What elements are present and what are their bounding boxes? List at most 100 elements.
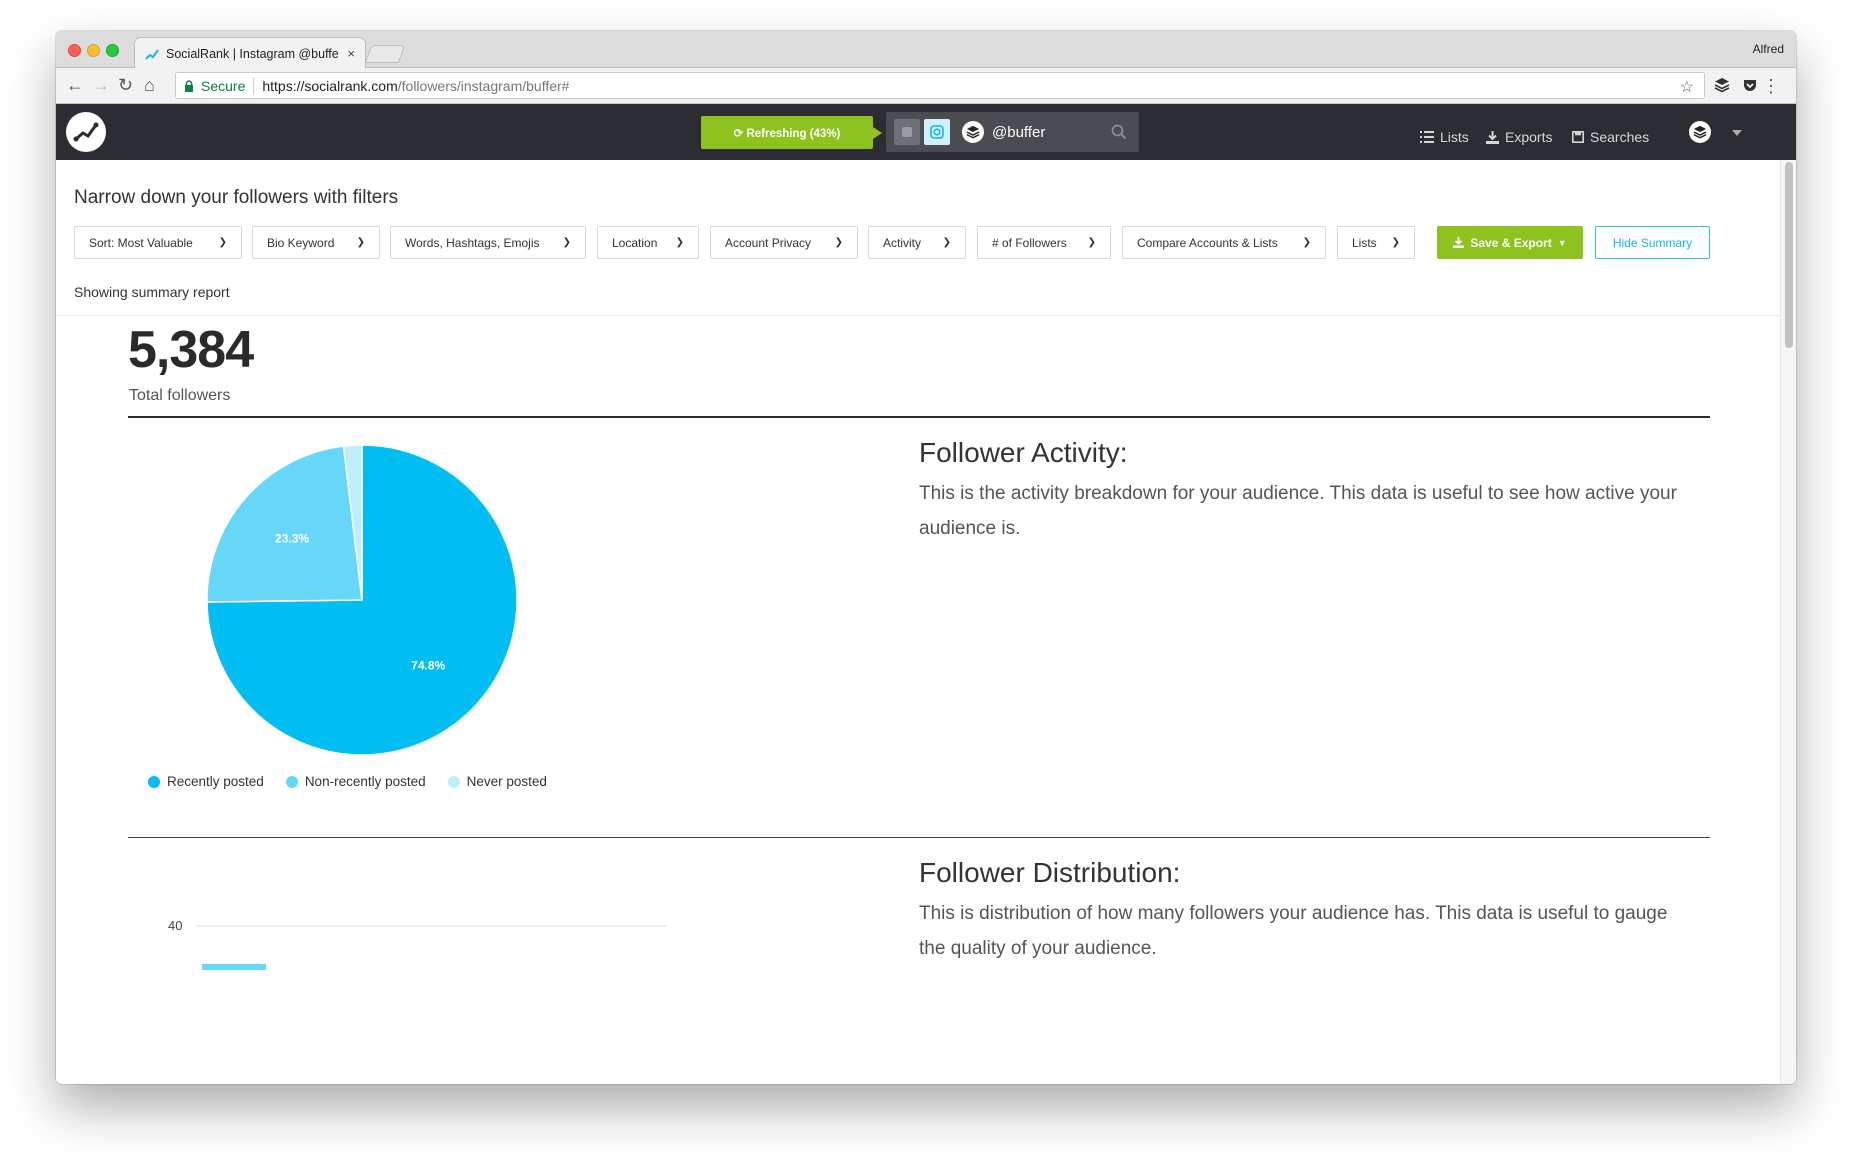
filter-activity[interactable]: Activity ❯ [868, 226, 966, 259]
legend-dot [447, 775, 460, 788]
browser-toolbar: ← → ↻ ⌂ Secure https://socialrank.com/fo… [56, 68, 1796, 104]
legend-item-never-posted[interactable]: Never posted [447, 774, 547, 789]
chevron-down-icon: ❯ [834, 237, 843, 248]
address-bar[interactable]: Secure https://socialrank.com/followers/… [175, 72, 1705, 99]
browser-window: SocialRank | Instagram @buffe × Alfred ←… [56, 31, 1796, 1084]
account-handle: @buffer [992, 123, 1046, 141]
list-icon [1420, 131, 1434, 143]
url-host: https://socialrank.com [262, 77, 398, 94]
back-arrow-icon[interactable]: ← [66, 76, 84, 94]
filter-bio-keyword[interactable]: Bio Keyword ❯ [252, 226, 380, 259]
section-divider [56, 315, 1780, 316]
reload-icon[interactable]: ↻ [118, 76, 133, 94]
filter-number-of-followers[interactable]: # of Followers ❯ [977, 226, 1111, 259]
pocket-extension-icon[interactable] [1742, 77, 1760, 95]
filter-sort[interactable]: Sort: Most Valuable ❯ [74, 226, 242, 259]
chevron-down-icon: ❯ [356, 237, 365, 248]
chevron-down-icon: ▼ [1557, 237, 1567, 248]
pie-chart-svg: 74.8% 23.3% [206, 444, 518, 756]
summary-divider [128, 416, 1710, 418]
legend-item-recently-posted[interactable]: Recently posted [148, 774, 264, 789]
legend-item-non-recently-posted[interactable]: Non-recently posted [285, 774, 426, 789]
search-icon[interactable] [1111, 124, 1127, 140]
follower-distribution-description: This is distribution of how many followe… [919, 903, 1668, 959]
hide-summary-button[interactable]: Hide Summary [1595, 226, 1710, 259]
filter-label: Activity [883, 235, 922, 250]
chevron-down-icon: ❯ [562, 237, 571, 248]
distribution-bar [202, 964, 266, 970]
section-divider [128, 837, 1710, 838]
secure-label: Secure [201, 77, 246, 94]
filter-lists[interactable]: Lists ❯ [1337, 226, 1415, 259]
zoom-window-button[interactable] [106, 44, 119, 57]
total-followers-label: Total followers [129, 387, 231, 404]
url-path: /followers/instagram/buffer# [397, 77, 570, 94]
tab-strip: SocialRank | Instagram @buffe × Alfred [56, 31, 1796, 69]
chevron-down-icon: ❯ [218, 237, 227, 248]
home-icon[interactable]: ⌂ [144, 76, 155, 94]
follower-activity-description: This is the activity breakdown for your … [919, 483, 1677, 539]
socialrank-favicon-icon [145, 47, 159, 61]
filter-compare-accounts[interactable]: Compare Accounts & Lists ❯ [1122, 226, 1326, 259]
pie-data-label: 23.3% [275, 532, 309, 546]
chevron-down-icon: ❯ [675, 237, 684, 248]
pie-slice-non-recently-posted[interactable] [206, 445, 363, 603]
chevron-down-icon[interactable] [1732, 130, 1742, 136]
lock-icon [184, 79, 194, 92]
user-avatar[interactable] [1689, 121, 1711, 143]
close-window-button[interactable] [68, 44, 81, 57]
instagram-icon[interactable] [924, 119, 950, 145]
socialrank-logo[interactable] [66, 112, 106, 152]
twitter-icon[interactable] [894, 119, 920, 145]
main-content: Narrow down your followers with filters … [56, 160, 1780, 1084]
filter-label: Compare Accounts & Lists [1137, 235, 1278, 250]
filter-label: Account Privacy [725, 235, 812, 250]
filter-label: Lists [1352, 235, 1377, 250]
legend-label: Never posted [466, 774, 547, 789]
nav-searches-link[interactable]: Searches [1572, 129, 1649, 145]
total-followers-value: 5,384 [128, 321, 254, 379]
new-tab-button[interactable] [364, 45, 406, 63]
pie-data-label: 74.8% [411, 658, 445, 672]
filter-label: Sort: Most Valuable [89, 235, 193, 250]
nav-lists-link[interactable]: Lists [1420, 129, 1469, 145]
chevron-down-icon: ❯ [942, 237, 951, 248]
y-axis-tick-label: 40 [168, 918, 182, 933]
download-icon [1453, 237, 1465, 248]
bookmark-star-icon[interactable]: ☆ [1680, 77, 1694, 97]
follower-distribution-chart: 40 [166, 900, 686, 970]
legend-dot [285, 775, 298, 788]
forward-arrow-icon[interactable]: → [92, 76, 110, 94]
filter-account-privacy[interactable]: Account Privacy ❯ [710, 226, 858, 259]
nav-exports-link[interactable]: Exports [1486, 129, 1552, 145]
browser-tab[interactable]: SocialRank | Instagram @buffe × [134, 37, 366, 69]
page-scrollbar[interactable] [1780, 160, 1796, 1084]
refreshing-status-button[interactable]: ⟳ Refreshing (43%) [701, 116, 882, 149]
minimize-window-button[interactable] [87, 44, 100, 57]
save-export-button[interactable]: Save & Export ▼ [1437, 226, 1583, 259]
app-header: ⟳ Refreshing (43%) @buffer Lists Exports… [56, 104, 1796, 160]
summary-note: Showing summary report [74, 284, 230, 300]
browser-profile-name[interactable]: Alfred [1753, 42, 1784, 56]
chevron-down-icon: ❯ [1391, 237, 1400, 248]
chevron-down-icon: ❯ [1087, 237, 1096, 248]
download-icon [1486, 130, 1499, 144]
save-export-label: Save & Export [1470, 235, 1552, 250]
nav-searches-label: Searches [1590, 129, 1650, 145]
tab-close-icon[interactable]: × [347, 46, 355, 61]
browser-menu-icon[interactable]: ⋮ [1762, 76, 1780, 97]
filter-label: Words, Hashtags, Emojis [405, 235, 540, 250]
omnibox-separator [253, 77, 255, 94]
legend-label: Non-recently posted [304, 774, 426, 789]
buffer-extension-icon[interactable] [1714, 77, 1732, 95]
scrollbar-thumb[interactable] [1785, 162, 1793, 348]
legend-label: Recently posted [167, 774, 264, 789]
filter-location[interactable]: Location ❯ [597, 226, 699, 259]
nav-lists-label: Lists [1440, 129, 1469, 145]
filter-label: Bio Keyword [267, 235, 335, 250]
chevron-down-icon: ❯ [1302, 237, 1311, 248]
account-selector[interactable]: @buffer [886, 112, 1139, 152]
follower-activity-chart: 74.8% 23.3% [202, 440, 522, 760]
filter-words-hashtags-emojis[interactable]: Words, Hashtags, Emojis ❯ [390, 226, 586, 259]
floppy-disk-icon [1572, 131, 1584, 143]
